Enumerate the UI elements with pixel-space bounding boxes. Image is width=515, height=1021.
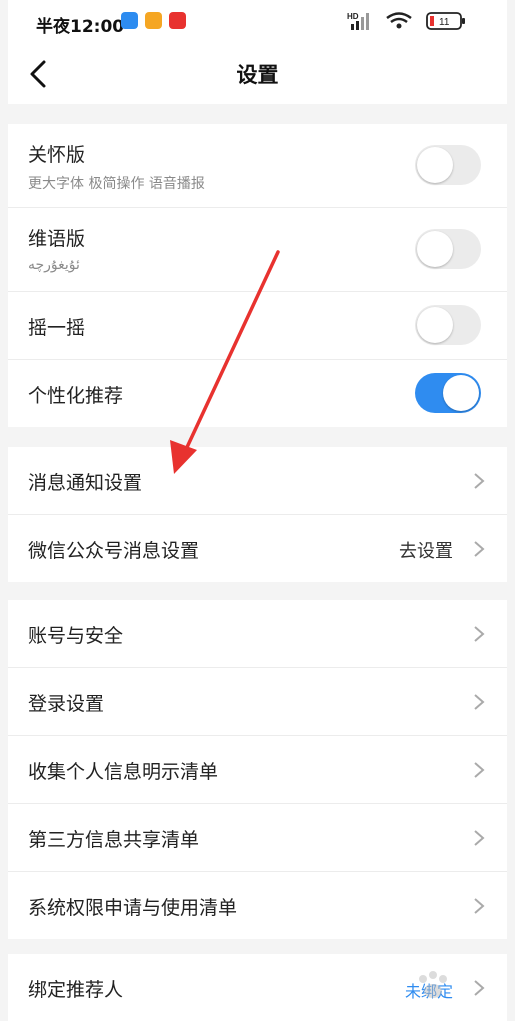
app-notification-icon (121, 12, 138, 29)
status-indicators: HD 11 (347, 10, 497, 32)
title-bar: 设置 (8, 44, 507, 104)
setting-label: 账号与安全 (28, 625, 124, 647)
signal-wifi-battery-icon: HD 11 (347, 12, 465, 30)
setting-subtitle: 更大字体 极简操作 语音播报 (28, 176, 205, 192)
setting-third-party-share-list[interactable]: 第三方信息共享清单 (8, 804, 507, 872)
shake-toggle[interactable] (415, 305, 481, 345)
setting-uyghur-mode[interactable]: 维语版 ئۇيغۇرچە (8, 208, 507, 292)
chevron-right-icon (474, 762, 485, 778)
settings-group-display: 关怀版 更大字体 极简操作 语音播报 维语版 ئۇيغۇرچە 摇一摇 个性化推… (8, 124, 507, 427)
care-mode-toggle[interactable] (415, 145, 481, 185)
page-title: 设置 (236, 63, 279, 87)
setting-label: 登录设置 (28, 693, 105, 715)
network-type-label: HD (347, 12, 359, 21)
setting-system-permission-list[interactable]: 系统权限申请与使用清单 (8, 872, 507, 939)
setting-label: 摇一摇 (28, 317, 86, 339)
setting-subtitle: ئۇيغۇرچە (28, 257, 80, 273)
status-bar: 半夜12:00 HD 11 (8, 0, 507, 44)
status-time: 半夜12:00 (36, 17, 125, 37)
setting-personal-info-list[interactable]: 收集个人信息明示清单 (8, 736, 507, 804)
chevron-right-icon (474, 473, 485, 489)
setting-shake[interactable]: 摇一摇 (8, 292, 507, 360)
setting-account-security[interactable]: 账号与安全 (8, 600, 507, 668)
setting-label: 微信公众号消息设置 (28, 540, 200, 562)
settings-group-notifications: 消息通知设置 微信公众号消息设置 去设置 (8, 447, 507, 582)
setting-message-notification[interactable]: 消息通知设置 (8, 447, 507, 515)
chevron-right-icon (474, 830, 485, 846)
toggle-knob (417, 147, 453, 183)
settings-screen: 半夜12:00 HD 11 设置 关怀版 更大字体 极简操作 语音播报 维语版 … (8, 0, 507, 1021)
setting-care-mode[interactable]: 关怀版 更大字体 极简操作 语音播报 (8, 124, 507, 208)
watermark-logo-icon (419, 971, 447, 998)
setting-label: 个性化推荐 (28, 385, 124, 407)
setting-label: 第三方信息共享清单 (28, 829, 200, 851)
setting-login[interactable]: 登录设置 (8, 668, 507, 736)
toggle-knob (417, 307, 453, 343)
chevron-right-icon (474, 626, 485, 642)
app-notification-icon (169, 12, 186, 29)
setting-wechat-notification[interactable]: 微信公众号消息设置 去设置 (8, 515, 507, 582)
chevron-right-icon (474, 541, 485, 557)
setting-label: 消息通知设置 (28, 472, 143, 494)
setting-label: 收集个人信息明示清单 (28, 761, 219, 783)
personalized-recommend-toggle[interactable] (415, 373, 481, 413)
setting-label: 关怀版 (28, 144, 86, 166)
uyghur-mode-toggle[interactable] (415, 229, 481, 269)
setting-label: 维语版 (28, 228, 86, 250)
setting-value: 去设置 (399, 541, 453, 562)
chevron-right-icon (474, 694, 485, 710)
toggle-knob (443, 375, 479, 411)
toggle-knob (417, 231, 453, 267)
setting-label: 系统权限申请与使用清单 (28, 897, 238, 919)
app-notification-icon (145, 12, 162, 29)
setting-personalized-recommend[interactable]: 个性化推荐 (8, 360, 507, 427)
settings-group-account: 账号与安全 登录设置 收集个人信息明示清单 第三方信息共享清单 系统权限申请与使… (8, 600, 507, 939)
setting-label: 绑定推荐人 (28, 979, 124, 1001)
chevron-right-icon (474, 898, 485, 914)
battery-level: 11 (439, 17, 450, 28)
